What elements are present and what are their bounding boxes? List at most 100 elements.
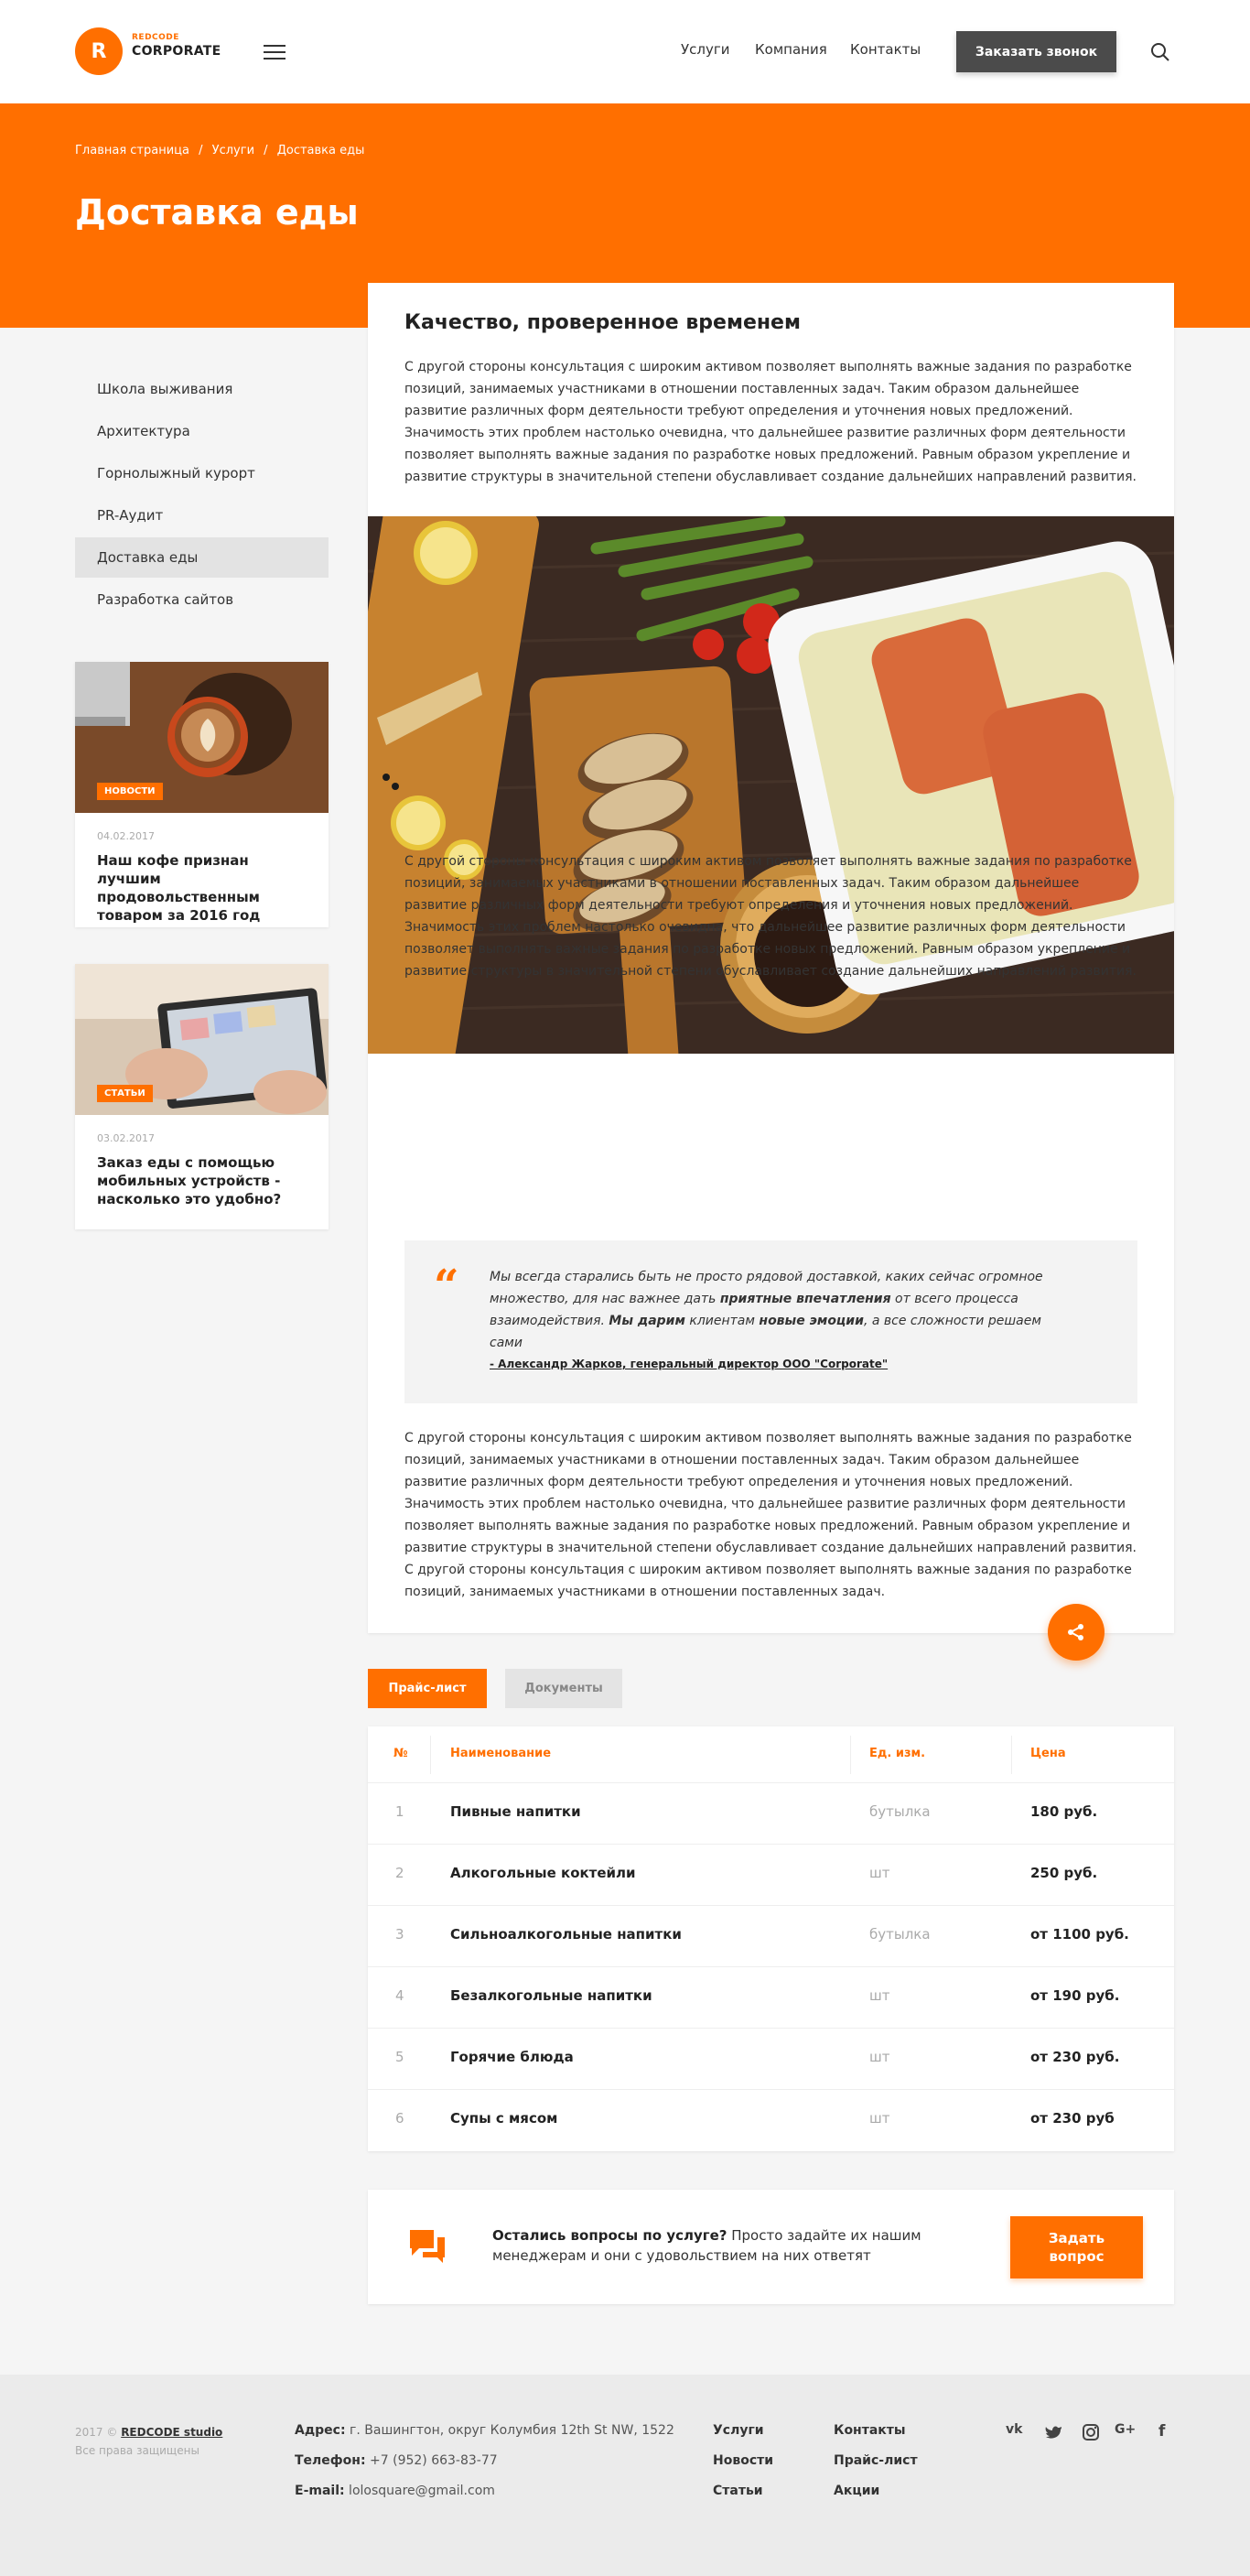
- content-heading: Качество, проверенное временем: [404, 311, 801, 334]
- news-date: 04.02.2017: [97, 830, 155, 842]
- table-row: 4 Безалкогольные напитки шт от 190 руб.: [368, 1967, 1174, 2029]
- row-name: Безалкогольные напитки: [450, 1987, 652, 2004]
- news-tag: НОВОСТИ: [97, 783, 163, 800]
- order-call-button[interactable]: Заказать звонок: [956, 31, 1116, 72]
- content-card: Качество, проверенное временем С другой …: [368, 283, 1174, 1633]
- page-title: Доставка еды: [75, 192, 359, 233]
- quote-emphasis: Мы дарим: [609, 1314, 685, 1328]
- nav-contacts[interactable]: Контакты: [850, 41, 921, 58]
- sidebar-item-web-development[interactable]: Разработка сайтов: [75, 579, 329, 620]
- news-image-coffee[interactable]: НОВОСТИ: [75, 662, 329, 813]
- google-plus-icon[interactable]: G+: [1115, 2422, 1140, 2442]
- row-price: 180 руб.: [1030, 1803, 1098, 1820]
- breadcrumb-services[interactable]: Услуги: [212, 144, 254, 157]
- news-image-tablet[interactable]: СТАТЬИ: [75, 964, 329, 1115]
- news-card[interactable]: НОВОСТИ 04.02.2017 Наш кофе признан лучш…: [75, 662, 329, 927]
- table-row: 2 Алкогольные коктейли шт 250 руб.: [368, 1845, 1174, 1906]
- footer-address: Адрес: г. Вашингтон, округ Колумбия 12th…: [295, 2423, 674, 2438]
- site-header: R REDCODE CORPORATE Услуги Компания Конт…: [0, 0, 1250, 103]
- sidebar-item-ski-resort[interactable]: Горнолыжный курорт: [75, 453, 329, 493]
- questions-box: Остались вопросы по услуге? Просто задай…: [368, 2190, 1174, 2304]
- rights-text: Все права защищены: [75, 2444, 199, 2457]
- sidebar-item-survival-school[interactable]: Школа выживания: [75, 369, 329, 409]
- copyright-prefix: 2017 ©: [75, 2426, 118, 2439]
- footer-link-price-list[interactable]: Прайс-лист: [834, 2453, 918, 2468]
- nav-company[interactable]: Компания: [755, 41, 827, 58]
- twitter-icon[interactable]: [1043, 2422, 1063, 2442]
- news-tag: СТАТЬИ: [97, 1085, 153, 1102]
- breadcrumb-separator: /: [199, 144, 203, 157]
- nav-services[interactable]: Услуги: [681, 41, 729, 58]
- ask-question-label: вопрос: [1049, 2248, 1105, 2265]
- row-name: Супы с мясом: [450, 2110, 558, 2127]
- vk-icon[interactable]: vk: [1006, 2422, 1026, 2442]
- tab-documents[interactable]: Документы: [505, 1669, 622, 1708]
- column-header-price: Цена: [1030, 1747, 1066, 1760]
- content-paragraph: С другой стороны консультация с широким …: [404, 854, 1137, 979]
- column-header-number: №: [393, 1747, 408, 1760]
- site-footer: [0, 2375, 1250, 2576]
- divider: [850, 1736, 851, 1774]
- phone-value[interactable]: +7 (952) 663-83-77: [366, 2453, 498, 2468]
- content-paragraph: С другой стороны консультация с широким …: [404, 360, 1137, 484]
- row-unit: бутылка: [869, 1926, 931, 1943]
- ask-question-label: Задать: [1048, 2230, 1105, 2246]
- chat-icon: [410, 2230, 445, 2263]
- sidebar-item-food-delivery[interactable]: Доставка еды: [75, 537, 329, 578]
- address-value: г. Вашингтон, округ Колумбия 12th St NW,…: [345, 2423, 674, 2438]
- table-row: 1 Пивные напитки бутылка 180 руб.: [368, 1783, 1174, 1845]
- column-header-unit: Ед. изм.: [869, 1747, 926, 1760]
- table-row: 3 Сильноалкогольные напитки бутылка от 1…: [368, 1906, 1174, 1967]
- ask-question-button[interactable]: Задать вопрос: [1010, 2216, 1143, 2278]
- divider: [430, 1736, 431, 1774]
- questions-text: Остались вопросы по услуге? Просто задай…: [492, 2225, 982, 2266]
- email-label: E-mail:: [295, 2484, 345, 2498]
- footer-link-services[interactable]: Услуги: [713, 2423, 764, 2438]
- row-price: от 1100 руб.: [1030, 1926, 1129, 1943]
- row-name: Пивные напитки: [450, 1803, 581, 1820]
- row-unit: шт: [869, 2110, 890, 2127]
- email-value[interactable]: lolosquare@gmail.com: [345, 2484, 495, 2498]
- tab-price-list[interactable]: Прайс-лист: [368, 1669, 487, 1708]
- instagram-icon[interactable]: [1081, 2422, 1101, 2442]
- breadcrumb: Главная страница / Услуги / Доставка еды: [75, 144, 370, 157]
- news-date: 03.02.2017: [97, 1132, 155, 1144]
- logo-icon[interactable]: R: [75, 27, 123, 75]
- news-title[interactable]: Наш кофе признан лучшим продовольственны…: [97, 851, 312, 925]
- breadcrumb-home[interactable]: Главная страница: [75, 144, 189, 157]
- search-icon[interactable]: [1150, 42, 1170, 62]
- phone-label: Телефон:: [295, 2453, 366, 2468]
- quote-emphasis: новые эмоции: [759, 1314, 864, 1328]
- row-unit: шт: [869, 1865, 890, 1881]
- footer-link-news[interactable]: Новости: [713, 2453, 773, 2468]
- footer-phone: Телефон: +7 (952) 663-83-77: [295, 2453, 498, 2468]
- sidebar-item-pr-audit[interactable]: PR-Аудит: [75, 495, 329, 536]
- row-number: 6: [395, 2110, 404, 2127]
- share-button[interactable]: [1048, 1604, 1105, 1661]
- row-number: 2: [395, 1865, 404, 1881]
- row-number: 1: [395, 1803, 404, 1820]
- footer-link-promotions[interactable]: Акции: [834, 2484, 879, 2498]
- footer-link-contacts[interactable]: Контакты: [834, 2423, 906, 2438]
- content-paragraph: С другой стороны консультация с широким …: [404, 1431, 1137, 1599]
- column-header-name: Наименование: [450, 1747, 552, 1760]
- logo-title[interactable]: CORPORATE: [132, 44, 221, 59]
- breadcrumb-current: Доставка еды: [276, 144, 365, 157]
- quote-author[interactable]: - Александр Жарков, генеральный директор…: [490, 1358, 888, 1370]
- row-number: 5: [395, 2049, 404, 2065]
- quote-text: Мы всегда старались быть не просто рядов…: [490, 1266, 1057, 1354]
- menu-icon[interactable]: [264, 44, 286, 60]
- logo-small-text[interactable]: REDCODE: [132, 33, 179, 42]
- studio-link[interactable]: REDCODE studio: [121, 2426, 222, 2439]
- blockquote: “ Мы всегда старались быть не просто ряд…: [404, 1240, 1137, 1403]
- footer-link-articles[interactable]: Статьи: [713, 2484, 763, 2498]
- share-icon: [1068, 1624, 1083, 1640]
- table-row: 6 Супы с мясом шт от 230 руб: [368, 2090, 1174, 2151]
- quote-icon: “: [434, 1261, 459, 1312]
- row-name: Сильноалкогольные напитки: [450, 1926, 682, 1943]
- news-title[interactable]: Заказ еды с помощью мобильных устройств …: [97, 1153, 312, 1208]
- sidebar-item-architecture[interactable]: Архитектура: [75, 411, 329, 451]
- facebook-icon[interactable]: f: [1158, 2422, 1179, 2442]
- news-card[interactable]: СТАТЬИ 03.02.2017 Заказ еды с помощью мо…: [75, 964, 329, 1229]
- row-unit: бутылка: [869, 1803, 931, 1820]
